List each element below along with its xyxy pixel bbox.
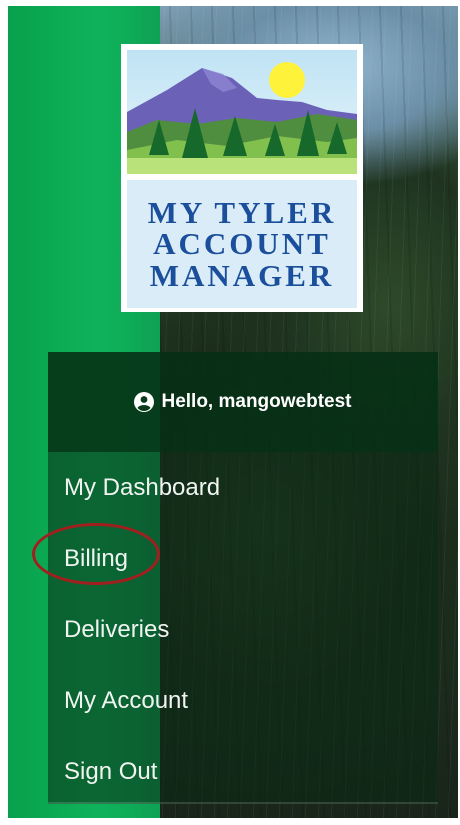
nav-menu: My Dashboard Billing Deliveries My Accou…: [32, 452, 438, 807]
nav-item-label: Sign Out: [64, 757, 158, 785]
navigation-panel: Hello, mangowebtest My Dashboard Billing…: [32, 352, 438, 807]
greeting-header[interactable]: Hello, mangowebtest: [48, 352, 438, 452]
mountain-logo-art: [127, 50, 357, 174]
panel-bottom-divider: [48, 802, 438, 804]
nav-item-my-account[interactable]: My Account: [48, 665, 438, 736]
highlight-circle-annotation: [32, 522, 160, 585]
logo-line-1: MY TYLER: [147, 194, 337, 230]
page-frame: MY TYLER ACCOUNT MANAGER Hello, mangoweb…: [8, 6, 458, 818]
greeting-text: Hello, mangowebtest: [161, 391, 352, 412]
nav-item-sign-out[interactable]: Sign Out: [48, 736, 438, 807]
account-manager-logo[interactable]: MY TYLER ACCOUNT MANAGER: [121, 44, 363, 312]
nav-item-label: My Dashboard: [64, 473, 221, 501]
logo-line-2: ACCOUNT: [153, 226, 331, 262]
nav-item-deliveries[interactable]: Deliveries: [48, 594, 438, 665]
user-circle-icon: [134, 392, 155, 412]
logo-wordmark: MY TYLER ACCOUNT MANAGER: [127, 180, 357, 308]
nav-item-billing[interactable]: Billing: [32, 522, 438, 594]
logo-line-3: MANAGER: [149, 257, 335, 293]
nav-item-label: My Account: [64, 686, 189, 714]
nav-item-label: Deliveries: [64, 615, 170, 643]
nav-item-my-dashboard[interactable]: My Dashboard: [48, 452, 438, 523]
billing-label-wrap: Billing: [32, 522, 160, 585]
